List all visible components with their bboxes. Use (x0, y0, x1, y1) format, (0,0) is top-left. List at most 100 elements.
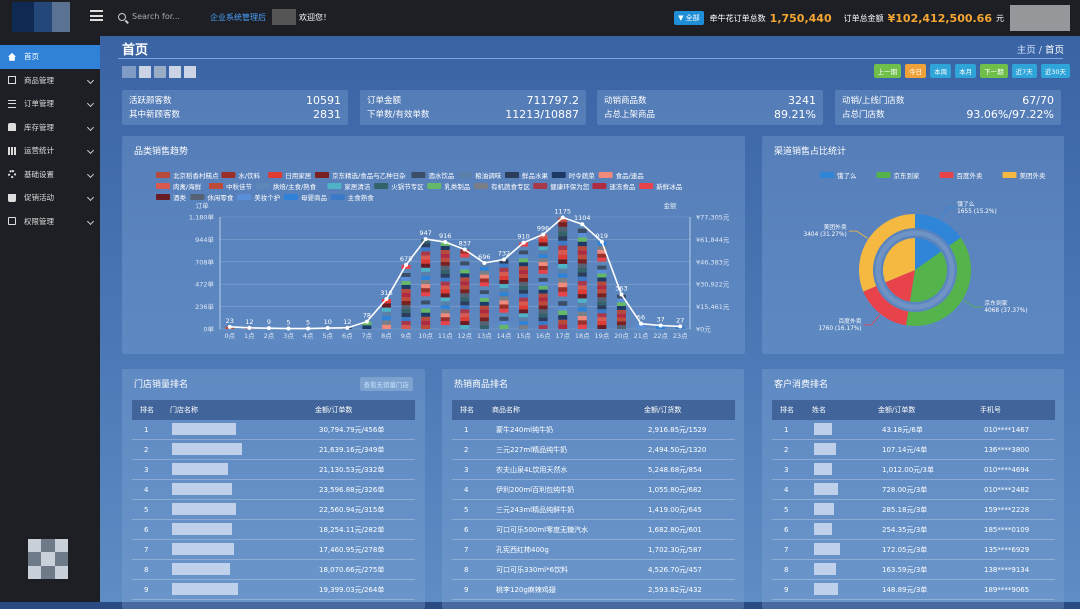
sidebar-item-7[interactable]: 权限管理 (0, 210, 100, 234)
range-button[interactable]: 近7天 (1012, 64, 1037, 78)
table-row[interactable]: 143.18元/6单010****1467 (772, 420, 1055, 440)
table-row[interactable]: 2三元227ml精品纯牛奶2,494.50元/1320 (452, 440, 735, 460)
line-point[interactable] (561, 215, 565, 219)
range-button[interactable]: 近30天 (1041, 64, 1070, 78)
line-point[interactable] (267, 326, 271, 330)
sidebar-item-3[interactable]: 库存管理 (0, 116, 100, 140)
legend-item[interactable]: 火锅节专区 (374, 182, 424, 191)
line-point[interactable] (502, 258, 506, 262)
table-row[interactable]: 6254.35元/3单185****0109 (772, 520, 1055, 540)
line-point[interactable] (522, 241, 526, 245)
table-row[interactable]: 5三元243ml精品纯鲜牛奶1,419.00元/645 (452, 500, 735, 520)
legend-item[interactable]: 美团外卖 (1003, 171, 1047, 180)
table-row[interactable]: 221,639.16元/349单 (132, 440, 415, 460)
table-row[interactable]: 6可口可乐500ml零度无糖汽水1,682.80元/601 (452, 520, 735, 540)
legend-item[interactable]: 美妆个护 (237, 193, 280, 202)
legend-item[interactable]: 日用家居 (268, 171, 312, 180)
range-button[interactable]: 上一期 (874, 64, 902, 78)
table-row[interactable]: 7孔宪西红柿400g1,702.30元/587 (452, 540, 735, 560)
legend-item[interactable]: 烘焙/主食/熟食 (256, 182, 317, 191)
line-point[interactable] (639, 322, 643, 326)
line-point[interactable] (541, 232, 545, 236)
legend-item[interactable]: 有机蔬食专区 (474, 182, 531, 191)
line-point[interactable] (228, 325, 232, 329)
line-point[interactable] (326, 326, 330, 330)
table-row[interactable]: 9桃李120g麻辣鸡翅2,593.82元/432 (452, 580, 735, 600)
legend-item[interactable]: 北京稻香村糕点 (156, 171, 219, 180)
filter-badge[interactable]: ▼ 全部 (674, 11, 704, 25)
table-row[interactable]: 818,070.66元/275单 (132, 560, 415, 580)
table-row[interactable]: 717,460.95元/278单 (132, 540, 415, 560)
range-button[interactable]: 本月 (955, 64, 976, 78)
line-point[interactable] (600, 240, 604, 244)
range-button[interactable]: 今日 (905, 64, 926, 78)
sidebar-item-6[interactable]: 促销活动 (0, 186, 100, 210)
user-avatar[interactable] (1010, 5, 1070, 31)
table-row[interactable]: 7172.05元/3单135****6929 (772, 540, 1055, 560)
line-point[interactable] (306, 327, 310, 331)
legend-item[interactable]: 主食熟食 (331, 193, 375, 202)
line-point[interactable] (659, 323, 663, 327)
line-point[interactable] (424, 237, 428, 241)
table-row[interactable]: 9148.89元/3单189****9065 (772, 580, 1055, 600)
table-row[interactable]: 130,794.79元/456单 (132, 420, 415, 440)
line-point[interactable] (384, 297, 388, 301)
store-selector-blurred[interactable] (122, 66, 196, 78)
legend-item[interactable]: 中秋佳节 (209, 182, 253, 191)
legend-item[interactable]: 时令蔬菜 (552, 171, 596, 180)
legend-item[interactable]: 粮油调味 (458, 171, 502, 180)
legend-item[interactable]: 休闲零食 (190, 193, 234, 202)
table-row[interactable]: 4伊利200ml百利包纯牛奶1,055.80元/682 (452, 480, 735, 500)
legend-item[interactable]: 饿了么 (820, 171, 857, 180)
legend-item[interactable]: 肉禽/海鲜 (156, 182, 202, 191)
system-name-link[interactable]: 企业系统管理后 (210, 12, 266, 23)
logo[interactable] (12, 2, 70, 32)
range-button[interactable]: 本周 (930, 64, 951, 78)
table-row[interactable]: 321,130.53元/332单 (132, 460, 415, 480)
line-point[interactable] (443, 240, 447, 244)
table-row[interactable]: 423,596.88元/326单 (132, 480, 415, 500)
legend-item[interactable]: 乳类制品 (427, 182, 470, 191)
legend-item[interactable]: 食品/速品 (599, 171, 644, 180)
legend-item[interactable]: 新鲜冰品 (639, 182, 682, 191)
sidebar-item-1[interactable]: 商品管理 (0, 69, 100, 93)
table-row[interactable]: 4728.00元/3单010****2482 (772, 480, 1055, 500)
table-row[interactable]: 2107.14元/4单136****3800 (772, 440, 1055, 460)
legend-item[interactable]: 京东到家 (877, 171, 921, 180)
legend-item[interactable]: 京东精选/食品与乙种日杂 (315, 171, 406, 180)
table-row[interactable]: 5285.18元/3单159****2228 (772, 500, 1055, 520)
table-row[interactable]: 3农夫山泉4L饮用天然水5,248.68元/854 (452, 460, 735, 480)
hamburger-menu-icon[interactable] (90, 10, 103, 21)
legend-item[interactable]: 酒类 (156, 193, 187, 202)
table-row[interactable]: 1蒙牛240ml纯牛奶2,916.85元/1529 (452, 420, 735, 440)
legend-item[interactable]: 家居清洁 (327, 182, 371, 191)
legend-item[interactable]: 酒水饮品 (411, 171, 454, 180)
line-point[interactable] (404, 263, 408, 267)
sidebar-item-0[interactable]: 首页 (0, 45, 100, 69)
legend-item[interactable]: 水/饮料 (221, 171, 260, 180)
line-point[interactable] (619, 293, 623, 297)
line-point[interactable] (345, 326, 349, 330)
legend-item[interactable]: 母婴商品 (284, 193, 327, 202)
view-no-sales-stores-button[interactable]: 查看无销量门店 (360, 377, 414, 391)
table-row[interactable]: 522,560.94元/315单 (132, 500, 415, 520)
line-point[interactable] (678, 324, 682, 328)
search-box[interactable]: Search for... (118, 12, 180, 21)
legend-item[interactable]: 速冻食品 (592, 182, 635, 191)
table-row[interactable]: 618,254.11元/282单 (132, 520, 415, 540)
line-point[interactable] (287, 327, 291, 331)
line-point[interactable] (247, 326, 251, 330)
table-row[interactable]: 919,399.03元/264单 (132, 580, 415, 600)
line-point[interactable] (463, 248, 467, 252)
search-input[interactable]: Search for... (132, 12, 180, 21)
table-row[interactable]: 8可口可乐330ml*6饮料4,526.70元/457 (452, 560, 735, 580)
legend-item[interactable]: 鲜品水果 (505, 171, 549, 180)
breadcrumb-home[interactable]: 主页 (1017, 45, 1036, 56)
range-button[interactable]: 下一期 (980, 64, 1008, 78)
sidebar-item-2[interactable]: 订单管理 (0, 92, 100, 116)
line-point[interactable] (482, 261, 486, 265)
table-row[interactable]: 31,012.00元/3单010****4694 (772, 460, 1055, 480)
line-point[interactable] (365, 320, 369, 324)
legend-item[interactable]: 健康环保为您 (533, 182, 590, 191)
sidebar-item-5[interactable]: 基础设置 (0, 163, 100, 187)
